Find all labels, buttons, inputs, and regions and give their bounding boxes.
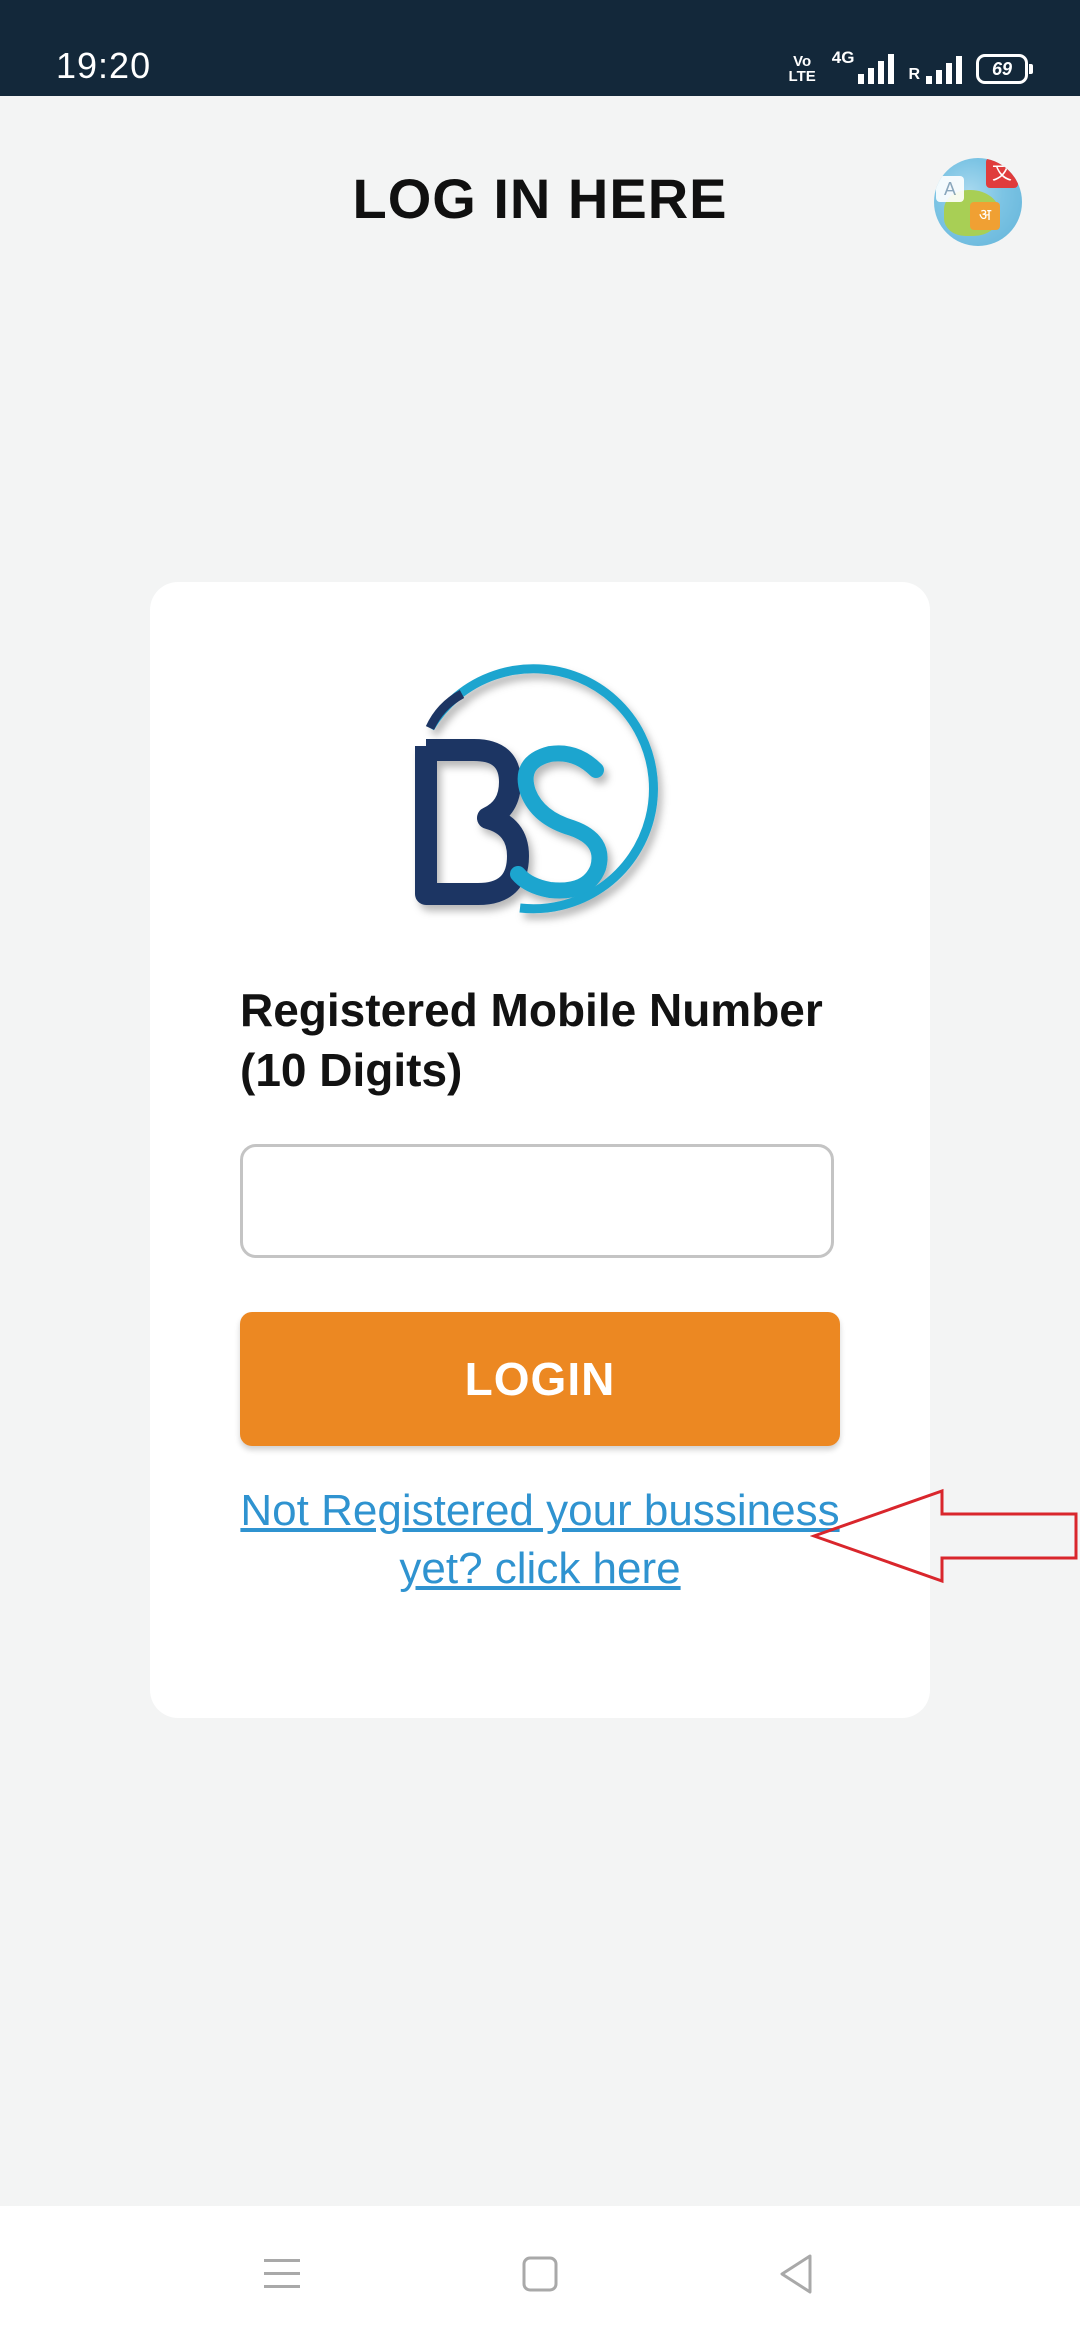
annotation-arrow-icon xyxy=(810,1488,1078,1584)
translate-bubble-latin: A xyxy=(936,176,964,202)
page-title: LOG IN HERE xyxy=(352,167,728,230)
login-button[interactable]: LOGIN xyxy=(240,1312,840,1446)
back-icon-glyph xyxy=(780,2254,812,2294)
back-icon[interactable] xyxy=(764,2242,828,2306)
language-button[interactable]: A 文 अ xyxy=(934,158,1022,246)
mobile-number-input[interactable] xyxy=(240,1144,834,1258)
volte-bottom-text: LTE xyxy=(788,68,816,85)
signal-strength-icon-2 xyxy=(926,54,962,84)
brand-logo xyxy=(415,664,658,914)
volte-top-text: Vo xyxy=(793,53,812,70)
status-icons: Vo LTE 4G R 69 xyxy=(789,48,1033,84)
volte-icon: Vo LTE xyxy=(789,54,816,84)
menu-icon[interactable] xyxy=(250,2242,314,2306)
translate-bubble-hindi: अ xyxy=(970,202,1000,230)
battery-level: 69 xyxy=(991,59,1013,79)
navigation-bar xyxy=(0,2206,1080,2340)
translate-bubble-chinese: 文 xyxy=(986,158,1018,188)
network-type-label: 4G xyxy=(831,48,855,67)
mobile-number-label: Registered Mobile Number (10 Digits) xyxy=(240,984,823,1096)
menu-icon-glyph xyxy=(264,2259,300,2288)
roaming-indicator: R xyxy=(908,66,920,83)
home-icon-glyph xyxy=(522,2256,558,2292)
register-business-link[interactable]: Not Registered your bussiness yet? click… xyxy=(240,1482,840,1598)
status-time: 19:20 xyxy=(56,45,152,86)
battery-icon: 69 xyxy=(976,54,1033,84)
home-icon[interactable] xyxy=(508,2242,572,2306)
status-bar: 19:20 Vo LTE 4G R 69 xyxy=(0,0,1080,96)
signal-strength-icon xyxy=(858,54,895,84)
